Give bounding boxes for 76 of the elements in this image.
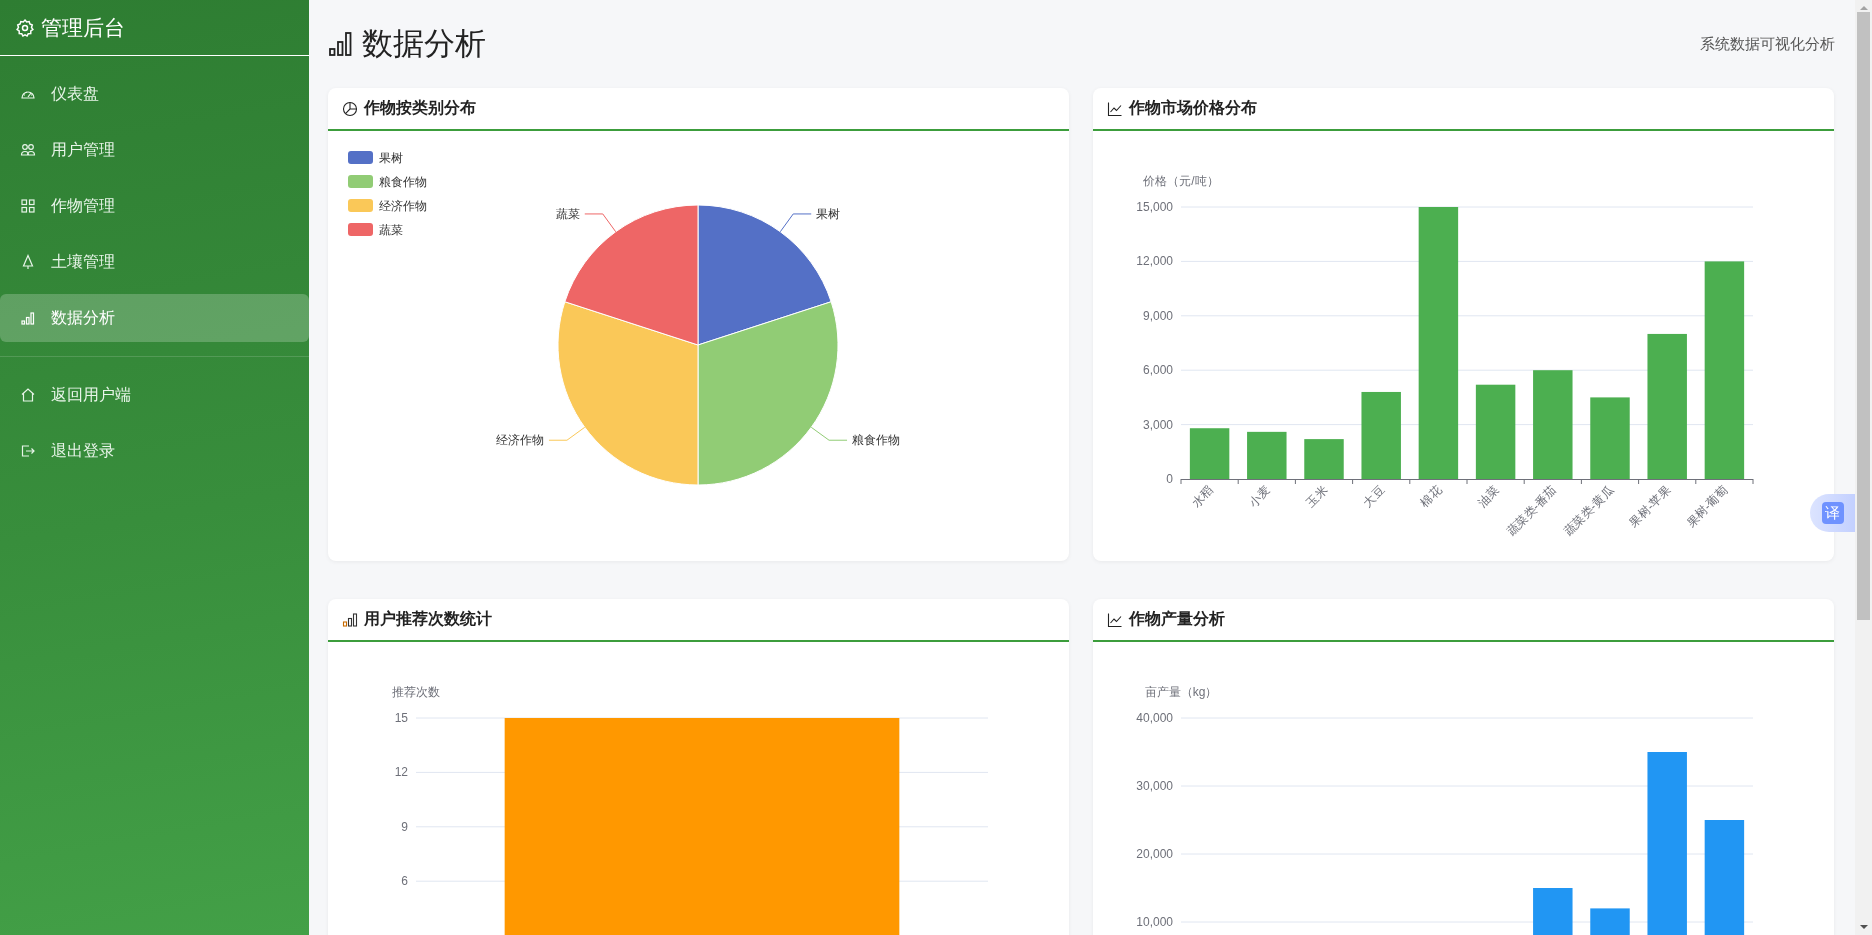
nav-item[interactable]: 退出登录 <box>0 427 309 475</box>
home-icon <box>20 387 36 403</box>
logout-icon <box>20 443 36 459</box>
bar <box>1189 428 1230 479</box>
bars-icon <box>20 310 36 326</box>
legend-label[interactable]: 果树 <box>379 151 403 165</box>
tick-label: 40,000 <box>1136 711 1173 725</box>
bars-chart-icon <box>342 611 358 628</box>
leader-line <box>584 213 617 233</box>
nav-item[interactable]: 作物管理 <box>0 182 309 230</box>
category-label: 油菜 <box>1474 483 1502 511</box>
legend-label[interactable]: 粮食作物 <box>379 175 427 189</box>
legend-label[interactable]: 经济作物 <box>379 199 427 213</box>
category-label: 大豆 <box>1360 483 1388 511</box>
scrollbar[interactable] <box>1855 0 1872 935</box>
nav-item[interactable]: 仪表盘 <box>0 70 309 118</box>
legend-swatch[interactable] <box>348 223 373 236</box>
bar <box>1304 439 1344 479</box>
category-label: 水稻 <box>1188 483 1216 511</box>
category-label: 小麦 <box>1246 483 1273 511</box>
tick-label: 9 <box>401 819 408 834</box>
card-title: 作物按类别分布 <box>364 98 476 118</box>
tick-label: 9,000 <box>1142 308 1173 323</box>
category-label: 果树-葡萄 <box>1683 483 1731 530</box>
leader-line <box>548 426 586 441</box>
legend-swatch[interactable] <box>348 199 373 212</box>
sidebar-title: 管理后台 <box>41 14 125 41</box>
axis-title: 价格（元/吨） <box>1143 174 1219 188</box>
card-title: 作物市场价格分布 <box>1129 98 1257 118</box>
axis-title: 亩产量（kg） <box>1144 685 1218 699</box>
legend-swatch[interactable] <box>348 175 373 188</box>
tick-label: 6,000 <box>1142 363 1173 378</box>
users-icon <box>20 142 36 158</box>
bar <box>1590 908 1630 935</box>
category-label: 棉花 <box>1417 483 1445 511</box>
page-subtitle: 系统数据可视化分析 <box>1700 34 1835 54</box>
tick-label: 20,000 <box>1136 847 1173 861</box>
leader-line <box>779 213 812 233</box>
grid-icon <box>20 198 36 214</box>
nav-item[interactable]: 数据分析 <box>0 294 309 342</box>
card-title: 用户推荐次数统计 <box>364 609 492 629</box>
bar <box>1247 431 1287 479</box>
tree-icon <box>20 254 36 270</box>
tick-label: 6 <box>401 874 408 889</box>
category-label: 蔬菜类-番茄 <box>1503 483 1559 539</box>
tick-label: 30,000 <box>1136 779 1173 793</box>
line-chart-icon <box>1107 611 1123 628</box>
bar-chart-icon <box>328 31 354 57</box>
page-title: 数据分析 <box>362 25 486 63</box>
tick-label: 3,000 <box>1142 417 1173 432</box>
nav-item[interactable]: 返回用户端 <box>0 371 309 419</box>
settings-icon <box>15 17 35 38</box>
tick-label: 0 <box>1166 472 1173 486</box>
category-label: 果树-苹果 <box>1626 483 1674 530</box>
category-label: 玉米 <box>1303 483 1331 511</box>
slice-label: 果树 <box>816 206 841 221</box>
card-title: 作物产量分析 <box>1129 609 1225 629</box>
tick-label: 12,000 <box>1136 254 1173 269</box>
slice-label: 蔬菜 <box>555 206 580 221</box>
nav-item[interactable]: 土壤管理 <box>0 238 309 286</box>
translate-button[interactable]: 译 <box>1810 494 1855 532</box>
line-chart-icon <box>1107 100 1123 117</box>
nav-item[interactable]: 用户管理 <box>0 126 309 174</box>
pie-chart-icon <box>342 100 358 117</box>
category-label: 蔬菜类-黄瓜 <box>1560 483 1617 539</box>
legend-label[interactable]: 蔬菜 <box>379 223 403 237</box>
slice-label: 经济作物 <box>495 433 544 448</box>
leader-line <box>810 426 848 441</box>
slice-label: 粮食作物 <box>852 433 901 448</box>
tick-label: 15,000 <box>1136 200 1173 214</box>
tick-label: 10,000 <box>1136 915 1173 929</box>
legend-swatch[interactable] <box>348 151 373 164</box>
bar <box>1533 888 1573 935</box>
tick-label: 15 <box>394 711 408 725</box>
tick-label: 12 <box>394 765 408 780</box>
axis-title: 推荐次数 <box>392 685 440 699</box>
